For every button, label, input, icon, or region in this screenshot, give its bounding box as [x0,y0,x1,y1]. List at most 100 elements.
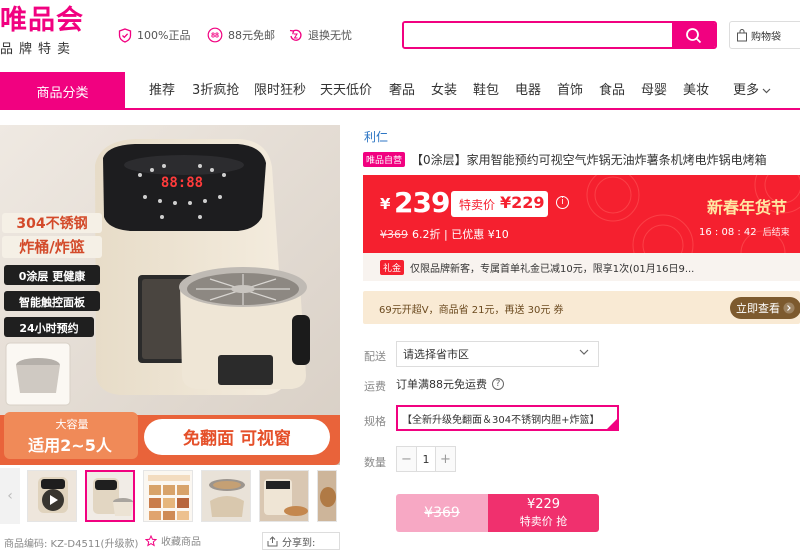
search-button[interactable] [672,23,715,47]
quantity-value[interactable]: 1 [416,447,436,471]
search-input[interactable] [404,23,674,47]
promise-authentic: 100%正品 [118,26,190,44]
return-icon [289,29,302,41]
buy-now-price: ¥229 [526,497,561,512]
nav-item-daily-low[interactable]: 天天低价 [320,72,372,110]
badge-feature-2: 智能触控面板 [19,295,86,309]
thumb-2[interactable] [85,470,135,522]
buy-now-label: 特卖价 抢 [519,515,568,528]
nav-item-appliances[interactable]: 电器 [515,72,541,110]
site-header: 唯品会 品牌特卖 100%正品 88 88元免邮 退换无忧 购物袋 [0,0,800,72]
slogan: 免翻面 可视窗 [183,428,291,449]
promise-authentic-label: 100%正品 [137,29,191,42]
nav-item-more[interactable]: 更多 [733,72,771,110]
thumb-prev-button[interactable]: ‹ [0,468,20,524]
nav-item-food[interactable]: 食品 [599,72,625,110]
badge-material: 304不锈钢 [16,215,87,232]
shipping-text: 订单满88元免运费 [396,378,487,391]
product-title-row: 唯品自营 【0涂层】家用智能预约可视空气炸锅无油炸薯条机烤电炸锅电烤箱 [363,150,800,168]
nav-item-baby[interactable]: 母婴 [641,72,667,110]
info-icon[interactable]: i [556,196,569,209]
cart-button[interactable]: 购物袋 [729,21,800,49]
self-operated-tag: 唯品自营 [363,151,406,167]
thumb-5[interactable] [259,470,309,522]
vip-promo-row: 69元开超V，商品省 21元，再送 30元 券 立即查看 [363,291,800,324]
vip-view-label: 立即查看 [736,302,780,315]
brand-link[interactable]: 利仁 [364,128,388,145]
delivery-label: 配送 [364,350,386,363]
quantity-decrease-button[interactable]: − [397,447,416,471]
gift-coupon-row: 礼金 仅限品牌新客，专属首单礼金已减10元，限享1次(01月16日9... [363,253,800,281]
logo-text: 唯品会 [0,5,84,36]
promise-returns: 退换无忧 [288,26,352,44]
gift-tag: 礼金 [380,259,405,275]
price-panel: ¥ 239 特卖价 ¥229 i ¥369 6.2折 | 已优惠 ¥10 新春年货… [363,175,800,253]
vip-view-button[interactable]: 立即查看 [730,297,800,319]
nav-item-womens[interactable]: 女装 [431,72,457,110]
quantity-stepper: − 1 + [396,446,456,472]
bag-icon [737,28,747,41]
price-currency: ¥ [380,195,391,213]
promise-free-shipping: 88 88元免邮 [207,26,275,44]
countdown-value: 16 : 08 : 42 [699,227,757,238]
address-select[interactable]: 请选择省市区 [396,341,599,367]
countdown-suffix: 后结束 [762,228,790,238]
category-menu-button[interactable]: 商品分类 [0,72,125,110]
spec-option[interactable]: 【全新升级免翻面＆304不锈钢内胆+炸篮】 [396,405,619,431]
logo-subtitle: 品牌特卖 [0,42,77,57]
saved-amount: | 已优惠 ¥10 [444,228,509,241]
thumb-video[interactable] [27,470,77,522]
quantity-increase-button[interactable]: + [436,447,455,471]
eighty-eight-icon: 88 [207,27,223,43]
display-digits: 88:88 [161,175,203,191]
nav-item-recommend[interactable]: 推荐 [149,72,175,110]
help-icon[interactable]: ? [492,378,504,390]
capacity-value: 适用2~5人 [28,436,113,455]
price-value: 239 [394,186,450,219]
nav-item-30-off[interactable]: 3折疯抢 [192,72,239,110]
nav-item-jewelry[interactable]: 首饰 [557,72,583,110]
thumb-6[interactable] [317,470,337,522]
special-price-tag: 特卖价 ¥229 [451,191,548,217]
countdown-timer: 16 : 08 : 42 后结束 [699,225,790,238]
nav-item-shoes-bags[interactable]: 鞋包 [473,72,499,110]
product-title: 【0涂层】家用智能预约可视空气炸锅无油炸薯条机烤电炸锅电烤箱 [411,152,767,167]
special-price-label: 特卖价 [459,198,496,212]
gift-text: 仅限品牌新客，专属首单礼金已减10元，限享1次(01月16日9... [410,263,695,275]
favorite-button[interactable]: 收藏商品 [145,533,201,548]
star-icon [145,534,157,547]
original-price: ¥369 [380,228,408,241]
buy-now-button[interactable]: ¥229 特卖价 抢 [488,494,599,532]
selected-corner-mark [607,419,617,429]
arrow-right-icon [783,302,795,314]
product-main-image[interactable]: 88:88 304不锈钢 炸桶/炸篮 0涂层 更健康 智能触控面板 24小时预约… [0,125,340,465]
nav-item-luxury[interactable]: 奢品 [389,72,415,110]
share-icon [267,535,278,546]
price-details: ¥369 6.2折 | 已优惠 ¥10 [380,226,509,242]
chevron-down-icon [579,349,589,355]
promise-returns-label: 退换无忧 [308,29,352,42]
buy-original-price-button[interactable]: ¥369 [396,494,488,532]
thumb-4[interactable] [201,470,251,522]
site-logo[interactable]: 唯品会 品牌特卖 [0,5,110,58]
badge-feature-1: 0涂层 更健康 [19,269,86,283]
discount-rate: 6.2折 [412,228,441,241]
search-bar [402,21,717,49]
share-button[interactable]: 分享到: [262,532,340,550]
share-label: 分享到: [282,537,316,549]
vip-text: 69元开超V，商品省 21元，再送 30元 券 [379,305,564,316]
chevron-down-icon [762,88,771,94]
eighty-eight-badge-text: 88 [211,33,219,40]
thumb-3[interactable] [143,470,193,522]
special-price-value: ¥229 [500,193,545,212]
capacity-label: 大容量 [56,417,89,431]
nav-item-flash[interactable]: 限时狂秒 [254,72,306,110]
main-nav: 商品分类 推荐 3折疯抢 限时狂秒 天天低价 奢品 女装 鞋包 电器 首饰 食品… [0,72,800,110]
promise-free-shipping-label: 88元免邮 [228,29,275,42]
shipping-label: 运费 [364,380,386,393]
nav-more-label: 更多 [733,83,760,98]
spec-label: 规格 [364,415,386,428]
product-code: 商品编码: KZ-D4511(升级款) [4,539,139,550]
nav-item-beauty[interactable]: 美妆 [683,72,709,110]
badge-parts: 炸桶/炸篮 [19,238,84,256]
